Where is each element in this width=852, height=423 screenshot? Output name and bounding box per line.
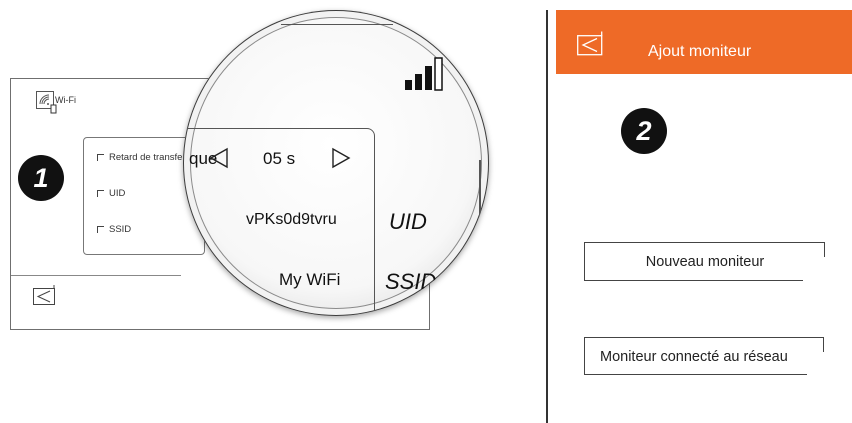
ssid-value: My WiFi: [279, 270, 341, 289]
button-label: Nouveau moniteur: [645, 254, 765, 270]
card-edge: [479, 160, 481, 290]
step-badge-2: 2: [621, 108, 667, 154]
ssid-label: SSID: [385, 269, 437, 294]
networked-monitor-button[interactable]: Moniteur connecté au réseau: [584, 337, 824, 375]
step-badge-1: 1: [18, 155, 64, 201]
uid-value: vPKs0d9tvru: [246, 211, 337, 228]
option-row-uid[interactable]: UID: [97, 188, 125, 199]
delay-value: 05 s: [263, 149, 296, 168]
app-header: Ajout moniteur: [556, 10, 852, 74]
screen-border: [546, 10, 548, 423]
option-label: Retard de transfert: [109, 152, 189, 163]
page-title: Ajout moniteur: [648, 43, 752, 60]
arrow-left-icon: [209, 147, 228, 169]
new-monitor-button[interactable]: Nouveau moniteur: [584, 242, 825, 281]
checkbox-icon[interactable]: [97, 225, 104, 233]
bottom-divider: [11, 275, 181, 276]
arrow-right-icon: [332, 147, 351, 169]
back-icon: [33, 285, 55, 305]
magnifier-lens: que 05 s vPKs0d9tvru UID My WiFi SSID: [183, 10, 489, 316]
option-row-ssid[interactable]: SSID: [97, 224, 131, 235]
decrease-arrow-button[interactable]: [209, 147, 229, 174]
button-label: Moniteur connecté au réseau: [600, 348, 788, 365]
button-edge: [585, 374, 807, 375]
uid-label: UID: [389, 209, 427, 234]
back-button[interactable]: [33, 285, 61, 307]
checkbox-icon[interactable]: [97, 189, 104, 197]
option-label: UID: [109, 188, 126, 199]
signal-strength-icon: [403, 54, 453, 99]
increase-arrow-button[interactable]: [331, 147, 351, 174]
wifi-title: Wi-Fi: [55, 95, 76, 105]
checkbox-icon[interactable]: [97, 153, 104, 161]
button-edge: [823, 338, 824, 352]
button-edge: [824, 243, 825, 257]
button-edge: [585, 280, 803, 281]
divider-line: [281, 24, 393, 25]
option-row-retard[interactable]: Retard de transfert: [97, 152, 188, 163]
back-button[interactable]: [577, 31, 609, 57]
back-icon: [577, 31, 603, 56]
option-label: SSID: [109, 224, 132, 235]
